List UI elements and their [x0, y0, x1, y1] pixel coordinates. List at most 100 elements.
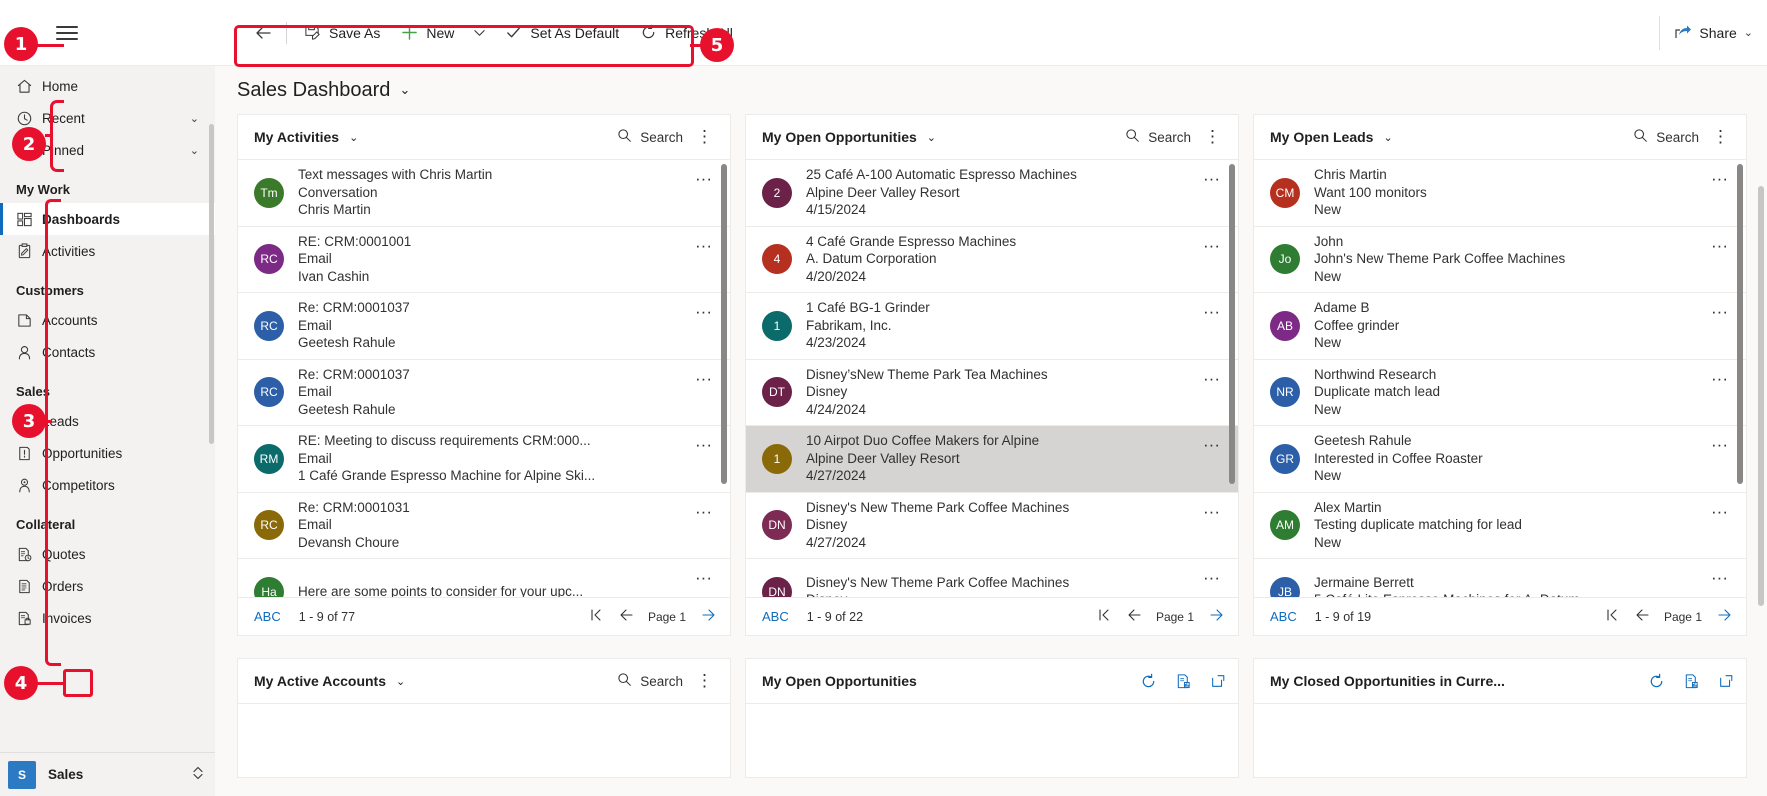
next-page-icon[interactable] — [700, 608, 716, 625]
row-more-options-icon[interactable]: ··· — [691, 170, 716, 187]
row-more-options-icon[interactable]: ··· — [691, 303, 716, 320]
list-item[interactable]: Tm Text messages with Chris Martin Conve… — [238, 160, 730, 227]
row-more-options-icon[interactable]: ··· — [691, 436, 716, 453]
hamburger-menu-icon[interactable] — [56, 25, 78, 40]
new-dropdown-chevron-down-icon[interactable] — [464, 15, 494, 51]
recent-chevron-down-icon[interactable]: ⌄ — [190, 112, 205, 125]
row-more-options-icon[interactable]: ··· — [1707, 370, 1732, 387]
set-as-default-button[interactable]: Set As Default — [494, 15, 629, 51]
list-item[interactable]: JB Jermaine Berrett 5 Café Lite Espresso… — [1254, 559, 1746, 597]
row-more-options-icon[interactable]: ··· — [1199, 370, 1224, 387]
share-button[interactable]: Share ⌄ — [1670, 15, 1767, 51]
list-item[interactable]: RC Re: CRM:0001037 Email Geetesh Rahule … — [238, 360, 730, 426]
card-view-chevron-down-icon[interactable]: ⌄ — [1383, 131, 1392, 144]
export-chart-icon[interactable] — [1175, 673, 1192, 690]
list-item[interactable]: CM Chris Martin Want 100 monitors New ··… — [1254, 160, 1746, 227]
search-input[interactable]: Search — [617, 128, 683, 146]
list-scrollbar[interactable] — [1737, 164, 1743, 484]
sidebar-item-home[interactable]: Home — [0, 70, 215, 102]
page-scrollbar[interactable] — [1758, 186, 1764, 606]
expand-icon[interactable] — [1210, 673, 1226, 689]
alpha-index-button[interactable]: ABC — [1270, 609, 1297, 624]
row-more-options-icon[interactable]: ··· — [1707, 303, 1732, 320]
list-item[interactable]: DT Disney’sNew Theme Park Tea Machines D… — [746, 360, 1238, 426]
search-input[interactable]: Search — [1125, 128, 1191, 146]
previous-page-icon[interactable] — [1634, 608, 1650, 625]
list-item[interactable]: 1 10 Airpot Duo Coffee Makers for Alpine… — [746, 426, 1238, 493]
row-more-options-icon[interactable]: ··· — [691, 569, 716, 586]
app-switcher[interactable]: S Sales — [0, 752, 215, 796]
sidebar-item-contacts[interactable]: Contacts — [0, 336, 215, 368]
row-more-options-icon[interactable]: ··· — [1199, 569, 1224, 586]
previous-page-icon[interactable] — [618, 608, 634, 625]
sidebar-item-competitors[interactable]: Competitors — [0, 469, 215, 501]
sidebar-item-recent[interactable]: Recent ⌄ — [0, 102, 215, 134]
list-item[interactable]: AM Alex Martin Testing duplicate matchin… — [1254, 493, 1746, 559]
share-chevron-down-icon[interactable]: ⌄ — [1744, 26, 1753, 39]
list-item[interactable]: Jo John John's New Theme Park Coffee Mac… — [1254, 227, 1746, 293]
row-more-options-icon[interactable]: ··· — [1707, 569, 1732, 586]
search-input[interactable]: Search — [1633, 128, 1699, 146]
sidebar-item-quotes[interactable]: Quotes — [0, 538, 215, 570]
sidebar-item-pinned[interactable]: Pinned ⌄ — [0, 134, 215, 166]
row-more-options-icon[interactable]: ··· — [1199, 503, 1224, 520]
sidebar-item-accounts[interactable]: Accounts — [0, 304, 215, 336]
row-more-options-icon[interactable]: ··· — [1707, 503, 1732, 520]
sidebar-scrollbar[interactable] — [209, 124, 214, 444]
row-more-options-icon[interactable]: ··· — [1707, 436, 1732, 453]
dashboard-selector-chevron-down-icon[interactable]: ⌄ — [399, 82, 410, 98]
refresh-all-button[interactable]: Refresh All — [629, 15, 743, 51]
sidebar-item-opportunities[interactable]: Opportunities — [0, 437, 215, 469]
card-more-options-icon[interactable]: ⋮ — [691, 128, 718, 145]
list-item[interactable]: DN Disney's New Theme Park Coffee Machin… — [746, 493, 1238, 559]
sidebar-item-dashboards[interactable]: Dashboards — [0, 203, 215, 235]
new-button[interactable]: New — [390, 15, 464, 51]
refresh-icon[interactable] — [1140, 673, 1157, 690]
first-page-icon[interactable] — [588, 608, 604, 625]
alpha-index-button[interactable]: ABC — [762, 609, 789, 624]
row-more-options-icon[interactable]: ··· — [1199, 436, 1224, 453]
list-scrollbar[interactable] — [1229, 164, 1235, 484]
row-more-options-icon[interactable]: ··· — [1707, 170, 1732, 187]
next-page-icon[interactable] — [1716, 608, 1732, 625]
sidebar-item-invoices[interactable]: Invoices — [0, 602, 215, 634]
sidebar-item-orders[interactable]: Orders — [0, 570, 215, 602]
export-chart-icon[interactable] — [1683, 673, 1700, 690]
list-item[interactable]: 2 25 Café A-100 Automatic Espresso Machi… — [746, 160, 1238, 227]
list-item[interactable]: RM RE: Meeting to discuss requirements C… — [238, 426, 730, 493]
app-switcher-updown-icon[interactable] — [191, 765, 205, 784]
pinned-chevron-down-icon[interactable]: ⌄ — [190, 144, 205, 157]
row-more-options-icon[interactable]: ··· — [1199, 303, 1224, 320]
row-more-options-icon[interactable]: ··· — [691, 370, 716, 387]
list-item[interactable]: RC Re: CRM:0001031 Email Devansh Choure … — [238, 493, 730, 559]
row-more-options-icon[interactable]: ··· — [1199, 170, 1224, 187]
list-item[interactable]: RC RE: CRM:0001001 Email Ivan Cashin ··· — [238, 227, 730, 293]
card-more-options-icon[interactable]: ⋮ — [1199, 128, 1226, 145]
alpha-index-button[interactable]: ABC — [254, 609, 281, 624]
back-icon[interactable] — [246, 16, 280, 50]
card-view-chevron-down-icon[interactable]: ⌄ — [349, 131, 358, 144]
list-item[interactable]: RC Re: CRM:0001037 Email Geetesh Rahule … — [238, 293, 730, 360]
first-page-icon[interactable] — [1604, 608, 1620, 625]
list-item[interactable]: NR Northwind Research Duplicate match le… — [1254, 360, 1746, 426]
list-item[interactable]: 1 1 Café BG-1 Grinder Fabrikam, Inc. 4/2… — [746, 293, 1238, 360]
sidebar-item-activities[interactable]: Activities — [0, 235, 215, 267]
row-more-options-icon[interactable]: ··· — [1199, 237, 1224, 254]
first-page-icon[interactable] — [1096, 608, 1112, 625]
previous-page-icon[interactable] — [1126, 608, 1142, 625]
card-view-chevron-down-icon[interactable]: ⌄ — [396, 675, 405, 688]
list-item[interactable]: GR Geetesh Rahule Interested in Coffee R… — [1254, 426, 1746, 493]
list-scrollbar[interactable] — [721, 164, 727, 484]
row-more-options-icon[interactable]: ··· — [691, 237, 716, 254]
save-as-button[interactable]: Save As — [293, 15, 390, 51]
list-item[interactable]: 4 4 Café Grande Espresso Machines A. Dat… — [746, 227, 1238, 293]
row-more-options-icon[interactable]: ··· — [1707, 237, 1732, 254]
card-more-options-icon[interactable]: ⋮ — [1707, 128, 1734, 145]
list-item[interactable]: AB Adame B Coffee grinder New ··· — [1254, 293, 1746, 360]
card-more-options-icon[interactable]: ⋮ — [691, 672, 718, 689]
expand-icon[interactable] — [1718, 673, 1734, 689]
list-item[interactable]: Ha Here are some points to consider for … — [238, 559, 730, 597]
sidebar-item-leads[interactable]: Leads — [0, 405, 215, 437]
refresh-icon[interactable] — [1648, 673, 1665, 690]
row-more-options-icon[interactable]: ··· — [691, 503, 716, 520]
